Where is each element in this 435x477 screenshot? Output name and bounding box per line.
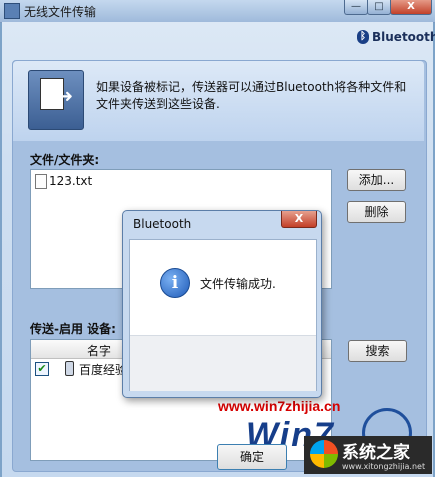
search-devices-button[interactable]: 搜索 <box>348 340 407 362</box>
devices-label: 传送-启用 设备: <box>30 322 116 336</box>
dialog-title: Bluetooth <box>133 217 192 231</box>
watermark-site-name: 系统之家 <box>342 443 410 463</box>
windows-logo-icon <box>310 440 338 468</box>
dialog-message: 文件传输成功. <box>200 277 276 291</box>
device-checkbox[interactable]: ✔ <box>35 362 49 376</box>
add-file-button[interactable]: 添加... <box>347 169 406 191</box>
dialog-footer: 确定 <box>130 335 316 470</box>
header-description: 如果设备被标记，传送器可以通过Bluetooth将各种文件和文件夹传送到这些设备… <box>96 80 407 111</box>
bluetooth-icon: ᛒ <box>357 30 369 44</box>
phone-icon <box>65 361 74 376</box>
close-button[interactable]: X <box>390 0 432 15</box>
app-icon <box>4 3 20 19</box>
dialog-body: i 文件传输成功. 确定 <box>129 239 317 470</box>
arrow-right-icon: ➜ <box>58 86 74 107</box>
bluetooth-logo: Bluetooth <box>372 30 435 44</box>
watermark-site-url: www.xitongzhijia.net <box>342 462 426 471</box>
ok-button[interactable]: 确定 <box>217 444 287 470</box>
device-item-name[interactable]: 百度经验 <box>79 361 127 378</box>
text-file-icon <box>35 174 47 189</box>
minimize-button[interactable]: — <box>344 0 368 15</box>
bluetooth-dialog[interactable]: Bluetooth X i 文件传输成功. 确定 <box>122 210 322 470</box>
files-label: 文件/文件夹: <box>30 153 100 167</box>
remove-file-button[interactable]: 删除 <box>347 201 406 223</box>
maximize-button[interactable]: □ <box>367 0 391 15</box>
watermark-url: www.win7zhijia.cn <box>218 398 341 414</box>
dialog-close-button[interactable]: X <box>281 211 317 228</box>
file-item-name[interactable]: 123.txt <box>49 174 92 188</box>
info-icon: i <box>160 268 190 298</box>
column-name-header[interactable]: 名字 <box>87 342 111 359</box>
window-title: 无线文件传输 <box>24 5 97 19</box>
